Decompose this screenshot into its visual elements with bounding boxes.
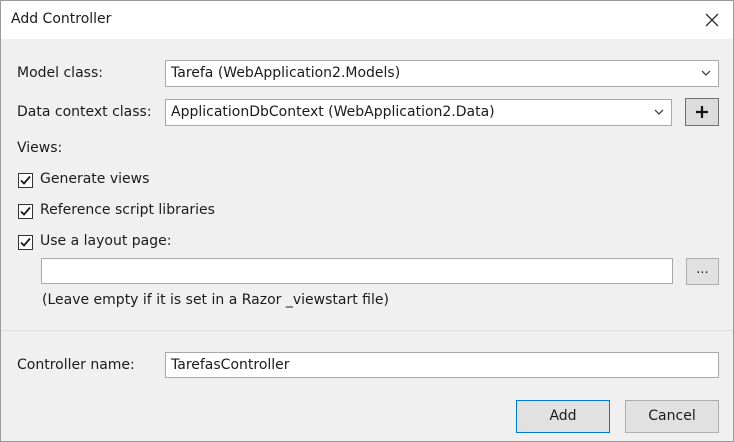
browse-layout-button[interactable]: ... <box>686 258 719 285</box>
add-button[interactable]: Add <box>516 400 610 433</box>
add-controller-dialog: Add Controller Model class: Tarefa (WebA… <box>0 0 734 442</box>
views-label: Views: <box>17 140 63 156</box>
generate-views-checkbox[interactable] <box>18 173 33 188</box>
data-context-class-label: Data context class: <box>17 104 152 120</box>
footer-area <box>1 331 733 441</box>
close-icon <box>705 13 719 27</box>
model-class-label: Model class: <box>17 65 103 81</box>
close-button[interactable] <box>691 1 733 39</box>
use-layout-label: Use a layout page: <box>40 233 172 249</box>
layout-path-input[interactable] <box>41 258 673 284</box>
cancel-button[interactable]: Cancel <box>625 400 719 433</box>
chevron-down-icon <box>653 105 665 119</box>
chevron-down-icon <box>700 66 712 80</box>
use-layout-checkbox[interactable] <box>18 235 33 250</box>
plus-icon <box>696 106 708 118</box>
checkmark-icon <box>20 206 31 216</box>
reference-scripts-checkbox[interactable] <box>18 204 33 219</box>
model-class-value: Tarefa (WebApplication2.Models) <box>171 65 401 81</box>
controller-name-label: Controller name: <box>17 357 135 373</box>
data-context-class-select[interactable]: ApplicationDbContext (WebApplication2.Da… <box>165 99 672 126</box>
title-bar: Add Controller <box>1 1 733 39</box>
generate-views-label: Generate views <box>40 171 150 187</box>
reference-scripts-label: Reference script libraries <box>40 202 215 218</box>
controller-name-value: TarefasController <box>171 357 290 373</box>
dialog-title: Add Controller <box>11 11 112 27</box>
model-class-select[interactable]: Tarefa (WebApplication2.Models) <box>165 60 719 87</box>
controller-name-input[interactable]: TarefasController <box>165 352 719 378</box>
checkmark-icon <box>20 175 31 185</box>
checkmark-icon <box>20 237 31 247</box>
add-data-context-button[interactable] <box>685 98 719 126</box>
layout-hint: (Leave empty if it is set in a Razor _vi… <box>42 292 389 308</box>
data-context-class-value: ApplicationDbContext (WebApplication2.Da… <box>171 104 495 120</box>
